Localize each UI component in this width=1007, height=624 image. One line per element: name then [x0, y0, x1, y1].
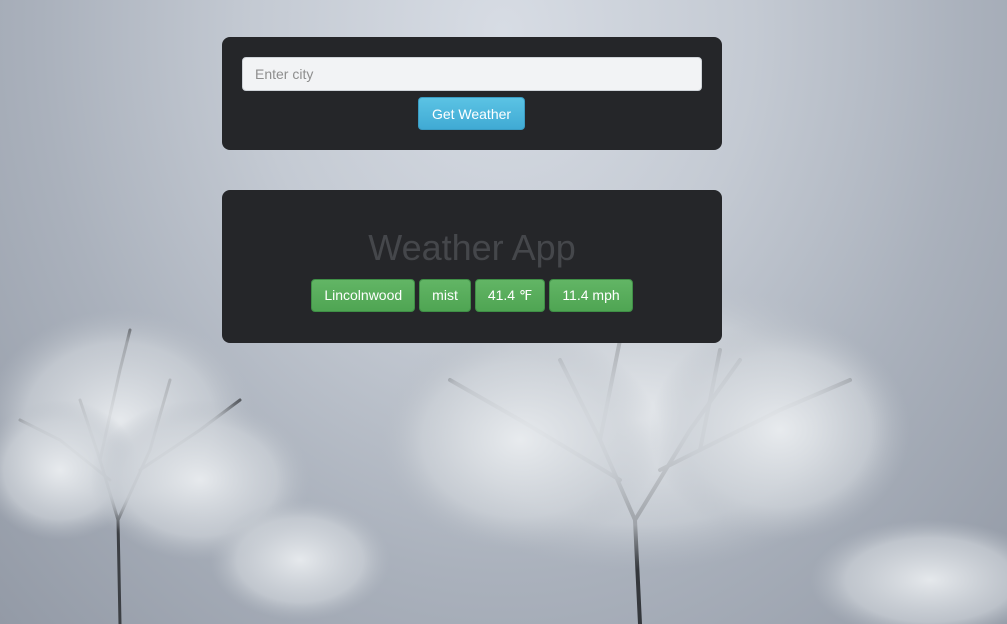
city-search-input[interactable] [242, 57, 702, 91]
weather-badges: Lincolnwood mist 41.4 ℉ 11.4 mph [222, 279, 722, 312]
weather-result-panel: Weather App Lincolnwood mist 41.4 ℉ 11.4… [222, 190, 722, 343]
search-panel: Get Weather [222, 37, 722, 150]
condition-badge: mist [419, 279, 471, 312]
temperature-badge: 41.4 ℉ [474, 279, 546, 312]
wind-speed-badge: 11.4 mph [549, 279, 633, 312]
city-badge: Lincolnwood [311, 279, 416, 312]
get-weather-button[interactable]: Get Weather [418, 97, 525, 130]
page-title: Weather App [368, 227, 576, 268]
